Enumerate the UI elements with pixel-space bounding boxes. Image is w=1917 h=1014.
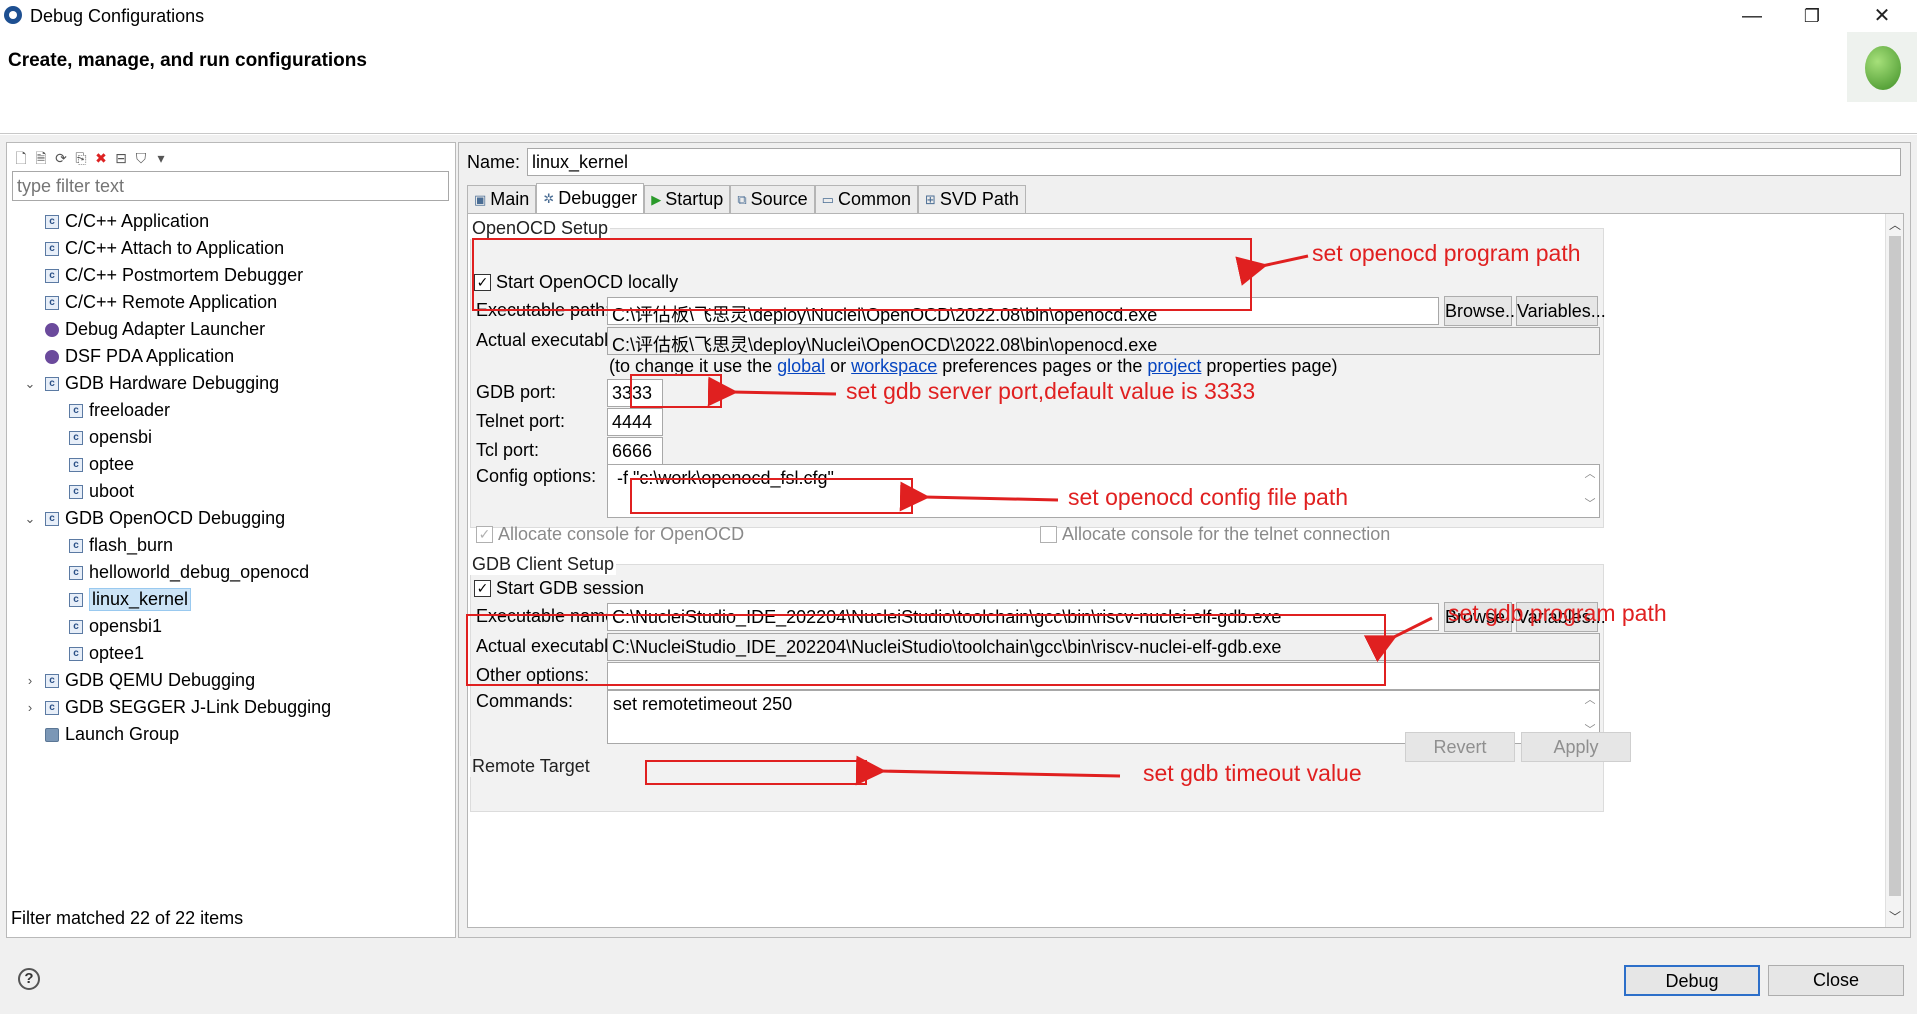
arrow-gdb-port <box>707 376 837 407</box>
arrow-gdb-path <box>1363 616 1433 663</box>
arrow-timeout <box>855 755 1121 786</box>
annotation-arrows <box>707 254 1433 786</box>
arrow-config-file <box>899 481 1059 512</box>
arrow-openocd-path <box>1235 254 1309 286</box>
